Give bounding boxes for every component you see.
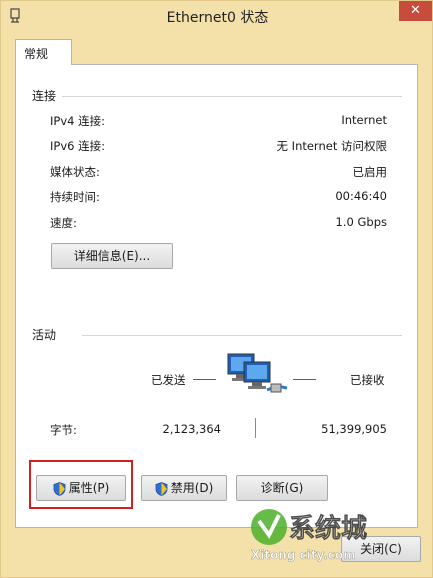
tab-general[interactable]: 常规 <box>15 39 72 65</box>
ipv6-value: 无 Internet 访问权限 <box>276 139 387 153</box>
network-activity-icon <box>227 353 288 393</box>
connection-header: 连接 <box>32 89 57 103</box>
disable-label: 禁用(D) <box>170 481 214 495</box>
tab-label: 常规 <box>24 47 49 61</box>
svg-text:Xitong city.com: Xitong city.com <box>251 548 356 562</box>
media-state-label: 媒体状态: <box>50 165 100 179</box>
speed-value: 1.0 Gbps <box>335 215 387 229</box>
svg-text:系统城: 系统城 <box>289 513 367 544</box>
activity-header: 活动 <box>32 328 57 342</box>
status-dialog: Ethernet0 状态 ✕ 常规 连接 IPv4 连接: Internet I… <box>0 0 433 578</box>
received-label: 已接收 <box>350 373 385 387</box>
window-title: Ethernet0 状态 <box>166 10 269 26</box>
close-window-button[interactable]: ✕ <box>399 1 432 21</box>
shield-icon <box>155 481 168 496</box>
details-button[interactable]: 详细信息(E)... <box>51 243 173 269</box>
ipv4-label: IPv4 连接: <box>50 114 105 128</box>
bytes-label: 字节: <box>50 423 77 437</box>
bytes-sent-value: 2,123,364 <box>162 422 221 436</box>
properties-highlight-box <box>29 460 133 509</box>
disable-button[interactable]: 禁用(D) <box>141 475 227 501</box>
general-panel: 连接 IPv4 连接: Internet IPv6 连接: 无 Internet… <box>15 64 418 528</box>
diagnose-button[interactable]: 诊断(G) <box>236 475 328 501</box>
ipv4-value: Internet <box>341 113 387 127</box>
duration-label: 持续时间: <box>50 190 100 204</box>
title-bar[interactable]: Ethernet0 状态 ✕ <box>1 1 433 31</box>
connection-divider <box>62 96 402 97</box>
watermark-logo: 系统城 Xitong city.com <box>251 509 367 562</box>
received-dash <box>293 379 316 380</box>
activity-divider <box>82 335 402 336</box>
speed-label: 速度: <box>50 216 77 230</box>
bytes-separator <box>255 418 256 438</box>
sent-label: 已发送 <box>151 373 186 387</box>
ipv6-label: IPv6 连接: <box>50 139 105 153</box>
bytes-received-value: 51,399,905 <box>321 422 387 436</box>
sent-dash <box>193 379 216 380</box>
duration-value: 00:46:40 <box>335 189 387 203</box>
media-state-value: 已启用 <box>352 165 388 179</box>
